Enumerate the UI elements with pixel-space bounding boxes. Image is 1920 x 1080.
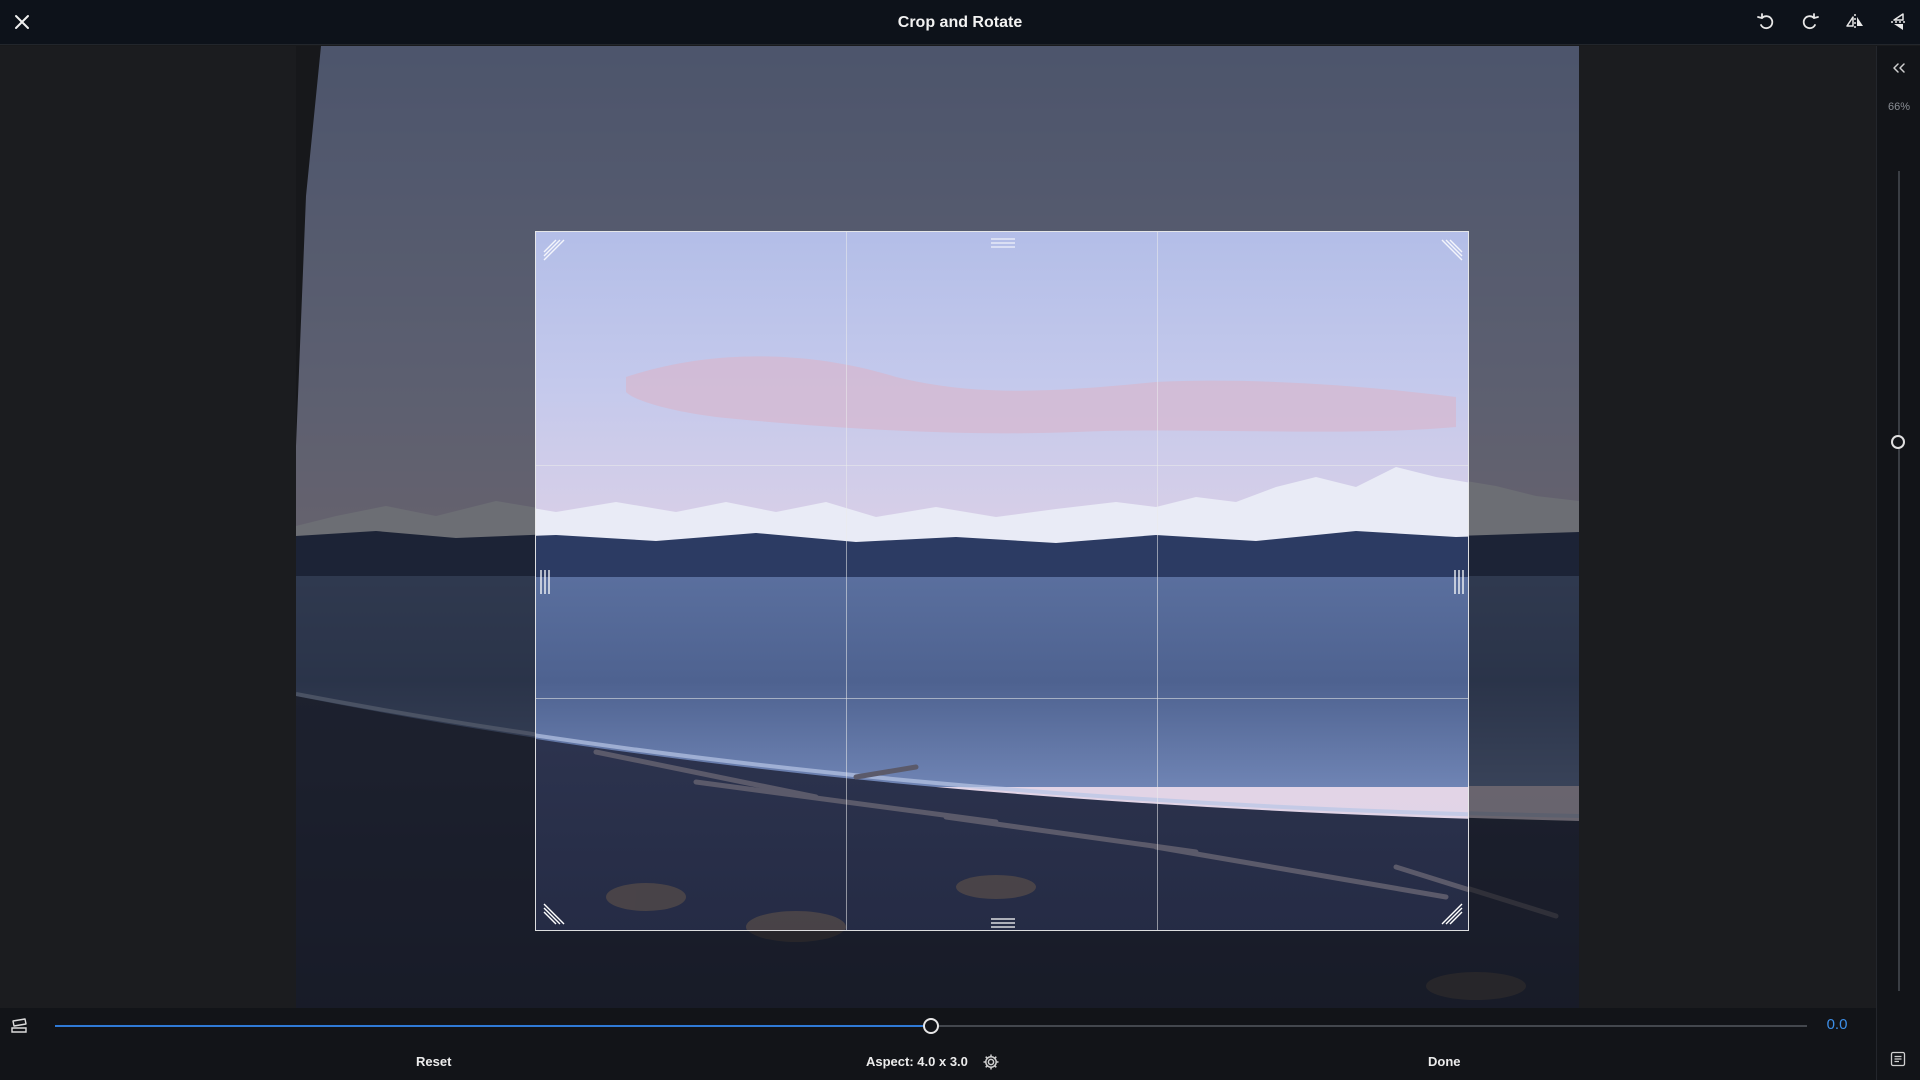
crop-handle-bottom-left[interactable] (542, 902, 566, 930)
flip-horizontal-icon[interactable] (1843, 10, 1867, 34)
done-button[interactable]: Done (1428, 1054, 1461, 1069)
straighten-angle-value: 0.0 (1826, 1016, 1848, 1033)
aspect-settings-gear-icon[interactable] (980, 1051, 1002, 1073)
reset-button[interactable]: Reset (416, 1054, 451, 1069)
crop-handle-top[interactable] (991, 236, 1015, 254)
chevrons-left-icon[interactable] (1887, 58, 1911, 78)
straighten-slider-thumb[interactable] (923, 1018, 939, 1034)
info-panel-icon[interactable] (1886, 1047, 1910, 1071)
grid-line-horizontal-2 (536, 698, 1468, 699)
crop-frame[interactable] (535, 231, 1469, 931)
rotation-edge-shade (296, 46, 321, 446)
aspect-button[interactable]: Aspect: 4.0 x 3.0 (866, 1054, 968, 1069)
zoom-level-label: 66% (1887, 101, 1911, 113)
rotate-left-icon[interactable] (1754, 10, 1778, 34)
zoom-panel: 66% (1876, 46, 1920, 1080)
crop-handle-top-left[interactable] (542, 238, 566, 267)
auto-straighten-icon[interactable] (8, 1015, 30, 1037)
crop-handle-top-right[interactable] (1440, 238, 1464, 267)
grid-line-vertical-2 (1157, 232, 1158, 930)
zoom-slider-thumb[interactable] (1891, 435, 1905, 449)
edit-canvas (0, 46, 1876, 1008)
crop-handle-bottom-right[interactable] (1440, 902, 1464, 930)
rotate-right-icon[interactable] (1798, 10, 1822, 34)
straighten-slider-fill (55, 1025, 931, 1027)
top-toolbar: Crop and Rotate (0, 0, 1920, 45)
crop-handle-bottom[interactable] (991, 916, 1015, 930)
zoom-slider-track[interactable] (1898, 171, 1900, 991)
close-icon[interactable] (10, 10, 34, 34)
grid-line-horizontal-1 (536, 465, 1468, 466)
page-title: Crop and Rotate (897, 14, 1023, 31)
crop-handle-right[interactable] (1453, 570, 1465, 599)
crop-handle-left[interactable] (539, 570, 551, 599)
flip-vertical-icon[interactable] (1887, 10, 1911, 34)
bottom-toolbar: 0.0 Reset Aspect: 4.0 x 3.0 Done (0, 1008, 1876, 1080)
grid-line-vertical-1 (846, 232, 847, 930)
